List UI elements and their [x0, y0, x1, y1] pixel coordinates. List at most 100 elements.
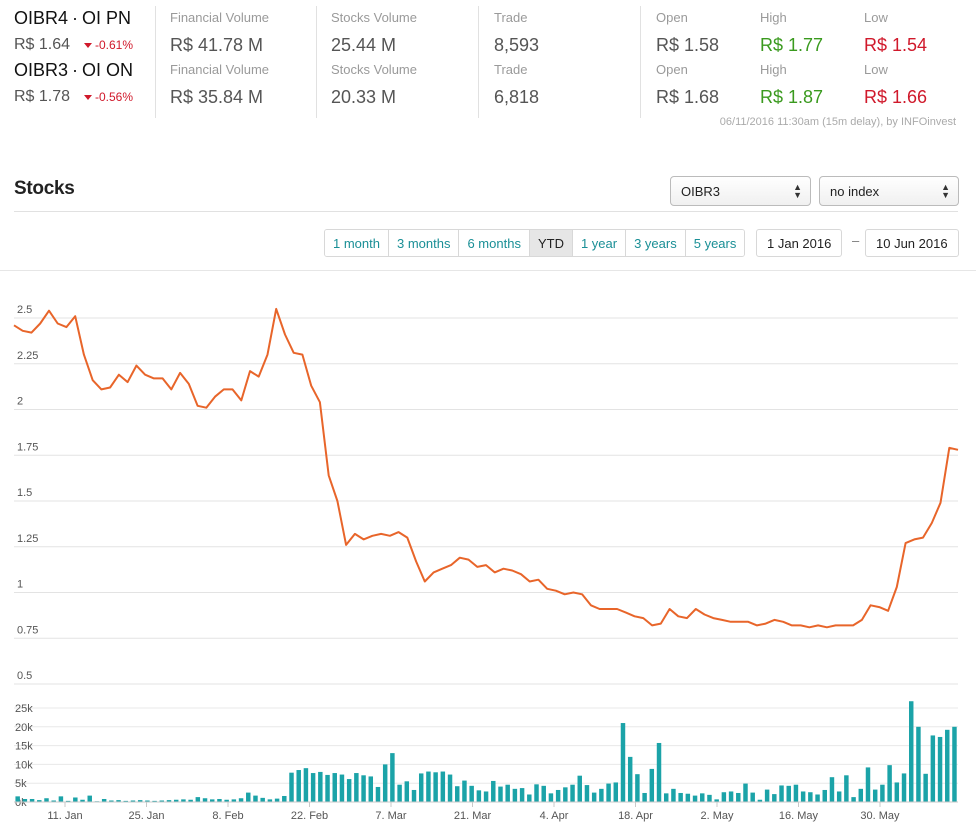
range-6-months[interactable]: 6 months: [459, 230, 530, 256]
x-tick-label: 11. Jan: [47, 810, 82, 822]
column-divider: [478, 6, 479, 118]
volume-bar: [923, 773, 928, 802]
volume-bar: [289, 772, 294, 802]
volume-bar: [591, 792, 597, 802]
trade-count: Trade 8,593: [494, 10, 540, 55]
volume-bar: [635, 774, 640, 802]
price-tick-label: 2.25: [17, 350, 38, 362]
volume-bar: [707, 794, 712, 802]
select-arrows-icon: ▲ ▼: [941, 182, 950, 200]
price-tick-label: 0.5: [17, 670, 32, 682]
volume-bar: [382, 764, 388, 802]
price-tick-label: 1.5: [17, 487, 32, 499]
volume-bar: [728, 791, 734, 802]
price-tick-label: 1: [17, 579, 23, 591]
index-select[interactable]: no index ▲ ▼: [819, 176, 959, 206]
volume-bar: [894, 782, 900, 802]
range-3-years[interactable]: 3 years: [626, 230, 686, 256]
volume-bar: [325, 774, 330, 802]
update-timestamp: 06/11/2016 11:30am (15m delay), by INFOi…: [719, 116, 956, 128]
price-volume-chart[interactable]: 2.5 2.25 2 1.75 1.5 1.25 1 0.75 0.5 25k 20k 15k 10k 5…: [0, 270, 976, 828]
volume-bar: [613, 782, 619, 802]
ticker-title[interactable]: OIBR4 · OI PN: [14, 8, 131, 29]
stocks-volume: Stocks Volume 25.44 M: [331, 10, 417, 55]
volume-bar: [303, 768, 309, 802]
volume-bar: [555, 789, 561, 802]
open-price: Open R$ 1.68: [656, 62, 720, 107]
volume-bar: [44, 798, 49, 802]
volume-bar: [361, 775, 366, 802]
volume-bar: [491, 780, 496, 802]
volume-bar: [469, 785, 474, 802]
volume-bar: [606, 783, 611, 802]
volume-bar: [346, 779, 352, 802]
ticker-title[interactable]: OIBR3 · OI ON: [14, 60, 133, 81]
volume-bar: [418, 773, 424, 802]
column-divider: [640, 6, 641, 118]
volume-bar: [534, 784, 539, 802]
range-3-months[interactable]: 3 months: [388, 230, 460, 256]
volume-bar: [397, 784, 402, 802]
volume-bar: [390, 753, 395, 802]
volume-bar: [505, 784, 510, 802]
volume-bar: [512, 788, 518, 802]
volume-bar: [195, 797, 201, 802]
volume-bar: [937, 736, 943, 802]
quote-row[interactable]: OIBR3 · OI ON R$ 1.78 -0.56% Financial Vol…: [0, 52, 976, 107]
volume-bar: [671, 788, 676, 802]
stock-select[interactable]: OIBR3 ▲ ▼: [670, 176, 811, 206]
volume-bar: [455, 786, 460, 802]
range-1-year[interactable]: 1 year: [572, 230, 627, 256]
date-range-dash: –: [852, 233, 860, 248]
volume-bar: [945, 729, 950, 802]
volume-bar: [887, 765, 892, 802]
section-title: Stocks: [14, 178, 75, 199]
volume-bar: [339, 774, 345, 802]
down-arrow-icon: [84, 43, 92, 49]
range-5-years[interactable]: 5 years: [685, 230, 745, 256]
volume-bar: [548, 793, 554, 802]
volume-bar: [274, 798, 280, 802]
volume-bar: [447, 774, 453, 802]
volume-bar: [627, 756, 633, 802]
volume-bar: [836, 791, 842, 802]
financial-volume: Financial Volume R$ 41.78 M: [170, 10, 269, 55]
volume-bar: [368, 776, 374, 802]
volume-bar: [786, 785, 791, 802]
volume-bar: [858, 788, 864, 802]
volume-bar: [87, 795, 92, 802]
volume-bar: [952, 726, 957, 802]
ticker-separator: ·: [72, 60, 79, 80]
volume-bar: [498, 786, 503, 802]
volume-bar: [901, 773, 907, 802]
range-1-month[interactable]: 1 month: [325, 230, 389, 256]
range-ytd[interactable]: YTD: [529, 230, 573, 256]
volume-tick-label: 15k: [15, 741, 33, 753]
volume-bar: [296, 770, 301, 802]
volume-bar: [246, 792, 251, 802]
volume-bar: [282, 795, 287, 802]
date-from-input[interactable]: 1 Jan 2016: [756, 229, 843, 257]
volume-bar: [375, 786, 381, 802]
volume-bar: [570, 784, 575, 802]
volume-bar: [844, 775, 849, 802]
index-select-value: no index: [830, 184, 880, 199]
volume-bar: [916, 726, 921, 802]
volume-bar: [743, 783, 748, 802]
date-to-input[interactable]: 10 Jun 2016: [865, 229, 959, 257]
volume-bar: [238, 798, 244, 802]
x-tick-label: 8. Feb: [212, 810, 243, 822]
volume-bar: [829, 777, 835, 802]
volume-bar: [685, 793, 691, 802]
volume-bar: [584, 785, 590, 802]
ticker-separator: ·: [72, 8, 79, 28]
volume-bar: [527, 794, 532, 802]
volume-bar: [318, 771, 323, 802]
volume-bar: [649, 768, 655, 802]
column-divider: [155, 6, 156, 118]
quote-row[interactable]: OIBR4 · OI PN R$ 1.64 -0.61% Financial Vol…: [0, 0, 976, 55]
volume-bar: [721, 792, 727, 802]
volume-bar: [476, 790, 482, 802]
volume-bar: [411, 789, 417, 802]
x-tick-label: 21. Mar: [454, 810, 492, 822]
